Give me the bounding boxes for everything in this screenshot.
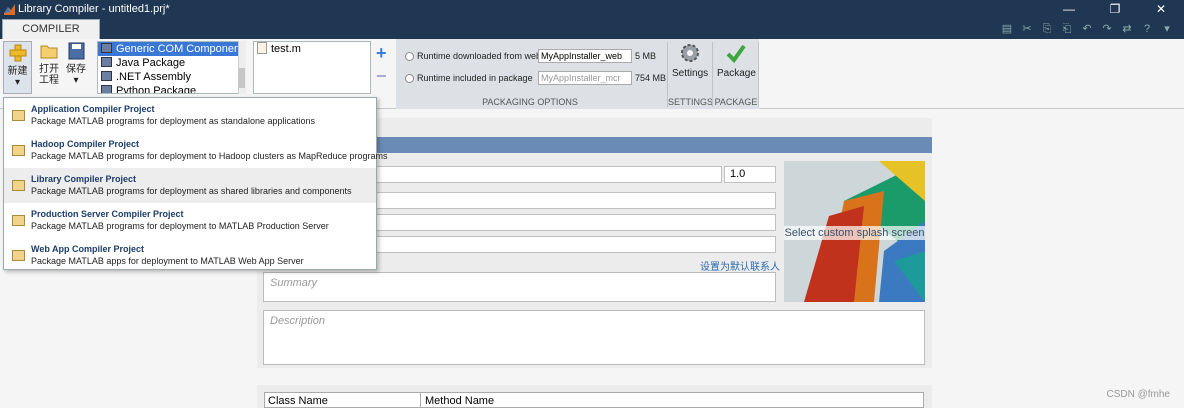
cut-icon[interactable]: ✂ <box>1020 22 1034 36</box>
minimize-button[interactable]: — <box>1046 0 1092 19</box>
menu-item-application-compiler[interactable]: Application Compiler Project Package MATL… <box>4 98 376 133</box>
net-assembly-icon <box>101 71 112 81</box>
add-file-button[interactable]: + <box>376 44 390 62</box>
scrollbar-thumb[interactable] <box>239 68 245 88</box>
watermark: CSDN @fmhe <box>1106 389 1171 400</box>
summary-input[interactable]: Summary <box>263 272 776 302</box>
open-project-button[interactable]: 打开 工程 <box>34 42 64 86</box>
new-label: 新建 <box>7 66 28 77</box>
class-method-table[interactable] <box>264 392 924 408</box>
type-item[interactable]: Generic COM Component <box>98 42 244 56</box>
restore-button[interactable]: ❐ <box>1092 0 1138 19</box>
save-label: 保存 <box>66 64 86 75</box>
package-label: Package <box>717 68 756 79</box>
folder-icon <box>40 45 58 59</box>
dropdown-arrow-icon: ▾ <box>14 77 21 88</box>
runtime-included-input[interactable]: MyAppInstaller_mcr <box>538 71 632 85</box>
project-icon <box>12 250 25 261</box>
matlab-app-icon <box>4 4 15 15</box>
class-name-column-header[interactable]: Class Name <box>268 395 328 407</box>
menu-item-library-compiler[interactable]: Library Compiler Project Package MATLAB p… <box>4 168 376 203</box>
group-separator <box>758 42 759 107</box>
runtime-included-radio[interactable] <box>405 74 414 83</box>
type-item[interactable]: Python Package <box>98 84 244 93</box>
switch-windows-icon[interactable]: ⇄ <box>1120 22 1134 36</box>
save-icon <box>68 42 85 60</box>
checkmark-icon <box>726 44 746 64</box>
column-divider <box>420 392 421 408</box>
tab-compiler[interactable]: COMPILER <box>2 19 100 39</box>
settings-label: Settings <box>672 68 709 79</box>
close-button[interactable]: ✕ <box>1138 0 1184 19</box>
type-item[interactable]: .NET Assembly <box>98 70 244 84</box>
remove-file-button[interactable]: − <box>376 67 390 85</box>
version-field[interactable]: 1.0 <box>724 166 776 183</box>
window-title: Library Compiler - untitled1.prj* <box>18 3 170 15</box>
python-package-icon <box>101 85 112 93</box>
description-input[interactable]: Description <box>263 310 925 365</box>
project-icon <box>12 180 25 191</box>
runtime-included-label: Runtime included in package <box>417 73 533 83</box>
project-icon <box>12 215 25 226</box>
project-icon <box>12 110 25 121</box>
package-group-label: PACKAGE <box>714 97 758 107</box>
quick-access-menu-icon[interactable]: ▾ <box>1160 22 1174 36</box>
runtime-included-size: 754 MB <box>635 73 667 83</box>
settings-group-label: SETTINGS <box>668 97 714 107</box>
new-project-menu: Application Compiler Project Package MATL… <box>3 97 388 273</box>
menu-item-production-server-compiler[interactable]: Production Server Compiler Project Packag… <box>4 203 376 238</box>
type-item[interactable]: Java Package <box>98 56 244 70</box>
package-button[interactable]: Package <box>717 42 756 79</box>
application-type-list[interactable]: Generic COM Component Java Package .NET … <box>97 41 245 94</box>
redo-icon[interactable]: ↷ <box>1100 22 1114 36</box>
method-name-column-header[interactable]: Method Name <box>425 395 494 407</box>
runtime-web-radio[interactable] <box>405 52 414 61</box>
open-label: 打开 工程 <box>39 64 59 86</box>
com-component-icon <box>101 43 112 53</box>
new-project-button[interactable]: 新建 ▾ <box>3 41 32 94</box>
quick-access-save-icon[interactable]: ▤ <box>1000 22 1014 36</box>
dropdown-arrow-icon: ▾ <box>73 75 79 86</box>
plus-icon <box>9 44 26 62</box>
save-project-button[interactable]: 保存 ▾ <box>61 42 91 86</box>
copy-icon[interactable]: ⎘ <box>1040 22 1054 36</box>
runtime-web-size: 5 MB <box>635 51 657 61</box>
paste-icon[interactable]: ⎗ <box>1060 22 1074 36</box>
select-splash-screen-label[interactable]: Select custom splash screen <box>784 226 925 240</box>
menu-item-hadoop-compiler[interactable]: Hadoop Compiler Project Package MATLAB pr… <box>4 133 388 168</box>
settings-button[interactable]: Settings <box>672 42 708 79</box>
quick-access-toolbar: ▤ ✂ ⎘ ⎗ ↶ ↷ ⇄? ▾ <box>994 22 1174 36</box>
project-icon <box>12 145 25 156</box>
packaging-options-group-label: PACKAGING OPTIONS <box>482 97 578 107</box>
java-package-icon <box>101 57 112 67</box>
menu-item-web-app-compiler[interactable]: Web App Compiler Project Package MATLAB a… <box>4 238 376 273</box>
undo-icon[interactable]: ↶ <box>1080 22 1094 36</box>
gear-icon <box>681 44 699 62</box>
set-as-default-contact-link[interactable]: 设置为默认联系人 <box>700 258 780 273</box>
help-icon[interactable]: ? <box>1140 22 1154 36</box>
title-bar <box>0 0 1184 19</box>
runtime-web-input[interactable]: MyAppInstaller_web <box>538 49 632 63</box>
file-item[interactable]: test.m <box>257 42 301 55</box>
matlab-file-icon <box>257 42 267 54</box>
runtime-web-label: Runtime downloaded from web <box>417 51 542 61</box>
